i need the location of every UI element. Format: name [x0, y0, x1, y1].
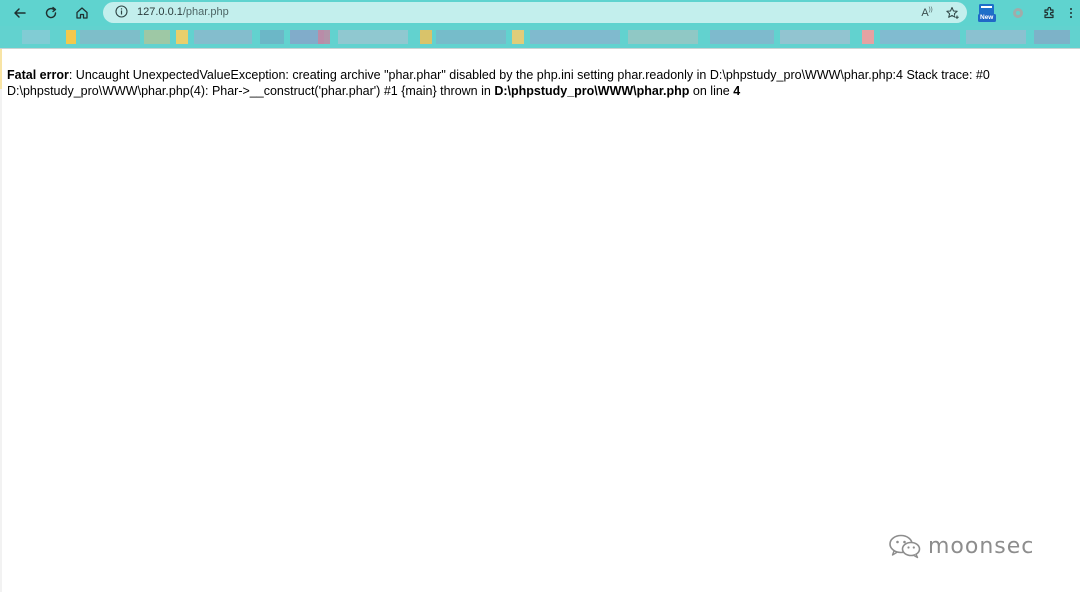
favorite-button[interactable]	[943, 4, 961, 21]
read-aloud-icon: A	[921, 6, 929, 19]
address-bar[interactable]: 127.0.0.1/phar.php A))	[103, 2, 967, 23]
php-error-message: Fatal error: Uncaught UnexpectedValueExc…	[7, 68, 1067, 99]
bookmarks-bar	[0, 26, 1080, 49]
more-icon	[1070, 8, 1072, 18]
url-host: 127.0.0.1	[137, 6, 183, 18]
bookmark-item[interactable]	[176, 30, 188, 44]
bookmark-item[interactable]	[436, 30, 506, 44]
url-path: /phar.php	[182, 6, 229, 18]
bookmark-item[interactable]	[780, 30, 850, 44]
error-line-number: 4	[733, 83, 741, 98]
bookmark-item[interactable]	[862, 30, 874, 44]
arrow-left-icon	[14, 8, 26, 18]
bookmark-item[interactable]	[512, 30, 524, 44]
browser-toolbar: 127.0.0.1/phar.php A)) New	[0, 0, 1080, 26]
watermark-text: moonsec	[928, 533, 1035, 559]
info-icon[interactable]	[115, 5, 128, 18]
error-file-path: D:\phpstudy_pro\WWW\phar.php	[494, 83, 690, 98]
bookmark-item[interactable]	[66, 30, 76, 44]
wechat-icon	[889, 534, 921, 559]
home-button[interactable]	[71, 3, 93, 23]
watermark: moonsec	[888, 533, 1034, 559]
error-label: Fatal error	[7, 68, 69, 82]
back-button[interactable]	[9, 3, 31, 23]
bookmark-item[interactable]	[338, 30, 408, 44]
bookmark-item[interactable]	[80, 30, 140, 44]
url-text[interactable]: 127.0.0.1/phar.php	[137, 5, 229, 20]
bookmark-item[interactable]	[420, 30, 432, 44]
bookmark-item[interactable]	[710, 30, 774, 44]
bookmark-item[interactable]	[260, 30, 284, 44]
bookmark-item[interactable]	[1034, 30, 1070, 44]
read-aloud-button[interactable]: A))	[918, 4, 936, 21]
more-menu-button[interactable]	[1066, 3, 1076, 23]
bookmark-item[interactable]	[628, 30, 698, 44]
star-plus-icon	[946, 6, 959, 19]
bookmark-item[interactable]	[194, 30, 252, 44]
new-extension-button[interactable]: New	[977, 3, 997, 23]
gear-icon	[1013, 8, 1023, 18]
bookmark-item[interactable]	[530, 30, 620, 44]
extensions-button[interactable]	[1039, 3, 1059, 23]
window-edge	[0, 49, 2, 592]
bookmark-item[interactable]	[144, 30, 170, 44]
bookmark-item[interactable]	[880, 30, 960, 44]
settings-extension-button[interactable]	[1008, 3, 1028, 23]
bookmark-item[interactable]	[966, 30, 1026, 44]
bookmark-item[interactable]	[318, 30, 330, 44]
reload-button[interactable]	[40, 3, 62, 23]
puzzle-icon	[1044, 6, 1054, 19]
bookmark-item[interactable]	[22, 30, 50, 44]
new-badge-label: New	[980, 14, 994, 21]
error-line-text: on line	[689, 83, 734, 98]
reload-icon	[45, 6, 57, 19]
home-icon	[76, 7, 88, 19]
